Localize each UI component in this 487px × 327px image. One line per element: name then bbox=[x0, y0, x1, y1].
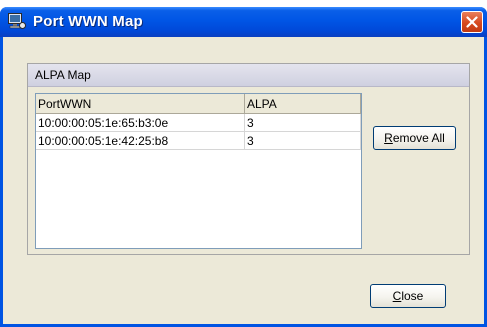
alpa-map-group: ALPA Map PortWWN ALPA 10:00:00:05:1e:65:… bbox=[27, 63, 470, 255]
remove-all-button[interactable]: Remove All bbox=[373, 126, 456, 150]
table-row[interactable]: 10:00:00:05:1e:42:25:b8 3 bbox=[36, 132, 361, 150]
cell-portwwn[interactable]: 10:00:00:05:1e:42:25:b8 bbox=[36, 132, 245, 150]
column-header-portwwn[interactable]: PortWWN bbox=[36, 94, 245, 114]
close-button[interactable]: Close bbox=[370, 284, 446, 308]
table-header: PortWWN ALPA bbox=[36, 94, 361, 114]
cell-portwwn[interactable]: 10:00:00:05:1e:65:b3:0e bbox=[36, 114, 245, 132]
group-title: ALPA Map bbox=[35, 68, 91, 82]
port-wwn-map-dialog: Port WWN Map ALPA Map PortWWN ALPA 10:00… bbox=[0, 7, 487, 327]
title-bar[interactable]: Port WWN Map bbox=[0, 7, 487, 37]
app-window-icon bbox=[8, 13, 26, 30]
close-window-button[interactable] bbox=[461, 11, 483, 33]
remove-all-mnemonic: R bbox=[384, 131, 393, 145]
table-row[interactable]: 10:00:00:05:1e:65:b3:0e 3 bbox=[36, 114, 361, 132]
close-mnemonic: C bbox=[392, 289, 402, 303]
group-header: ALPA Map bbox=[28, 64, 469, 87]
close-label: lose bbox=[401, 289, 424, 303]
close-icon bbox=[466, 16, 478, 28]
window-title: Port WWN Map bbox=[33, 13, 143, 30]
column-header-alpa[interactable]: ALPA bbox=[245, 94, 361, 114]
remove-all-label: emove All bbox=[392, 131, 445, 145]
table-body: 10:00:00:05:1e:65:b3:0e 3 10:00:00:05:1e… bbox=[36, 114, 361, 150]
cell-alpa[interactable]: 3 bbox=[245, 114, 361, 132]
alpa-map-table[interactable]: PortWWN ALPA 10:00:00:05:1e:65:b3:0e 3 1… bbox=[35, 93, 362, 249]
cell-alpa[interactable]: 3 bbox=[245, 132, 361, 150]
